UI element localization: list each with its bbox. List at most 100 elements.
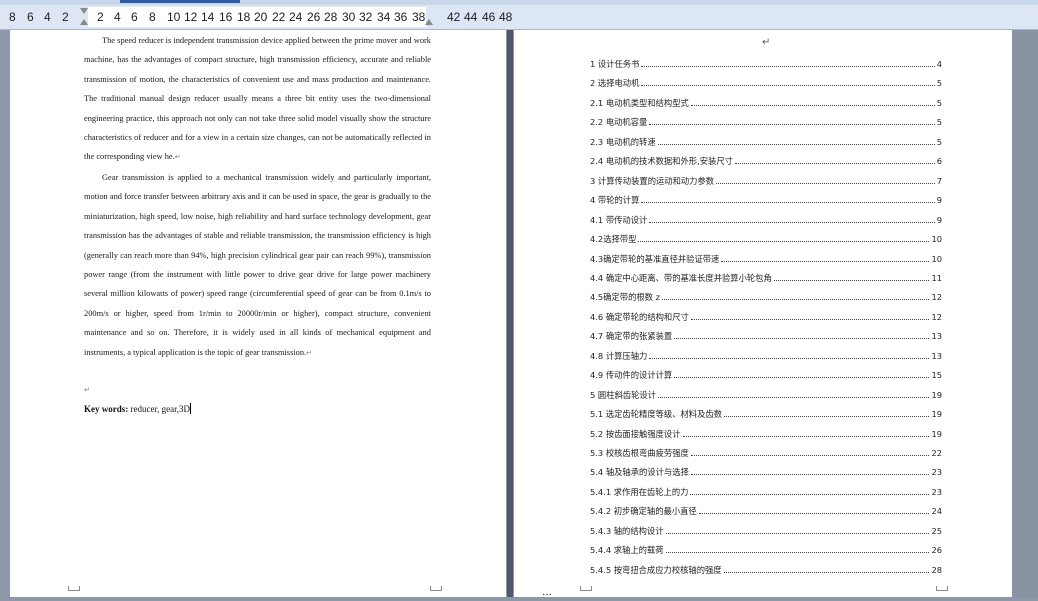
toc-leader-dots [682, 435, 930, 437]
first-line-indent-marker[interactable] [80, 8, 88, 14]
toc-entry[interactable]: 2.1 电动机类型和结构型式 5 [590, 97, 942, 115]
toc-leader-dots [690, 318, 930, 320]
toc-entry[interactable]: 4 带轮的计算 9 [590, 194, 942, 212]
toc-entry-title: 5.4.5 按弯扭合成应力校核轴的强度 [590, 564, 722, 575]
toc-entry-title: 4.5确定带的根数 z [590, 292, 660, 303]
right-indent-marker[interactable] [425, 19, 433, 25]
toc-leader-dots [658, 396, 930, 398]
toc-entry[interactable]: 2.3 电动机的转速 5 [590, 136, 942, 154]
paragraph-mark: ↵ [762, 37, 771, 48]
ruler-tick-label: 36 [394, 10, 408, 24]
toc-entry[interactable]: 4.8 计算压轴力 13 [590, 350, 942, 368]
toc-entry-page: 13 [931, 350, 942, 361]
toc-entry[interactable]: 5.1 选定齿轮精度等级、材料及齿数 19 [590, 408, 942, 426]
toc-entry-page: 19 [931, 389, 942, 400]
ruler-tick-label: 8 [9, 10, 16, 24]
ruler-tick-label: 6 [27, 10, 34, 24]
toc-entry[interactable]: 3 计算传动装置的运动和动力参数 7 [590, 175, 942, 193]
toc-leader-dots [690, 455, 930, 456]
ruler-tick-label: 2 [62, 10, 69, 24]
document-scroll-area[interactable] [1013, 30, 1038, 597]
toc-entry-page: 28 [931, 564, 942, 575]
toc-entry-page: 4 [936, 59, 942, 69]
keywords-line: Key words: reducer, gear,3D [84, 403, 191, 414]
toc-entry-page: 25 [931, 525, 942, 536]
ruler-tick-label: 12 [184, 10, 198, 24]
ruler-tick-label: 10 [167, 10, 181, 24]
keywords-value: reducer, gear,3D [128, 404, 191, 414]
title-accent-bar [120, 0, 240, 3]
ruler-tick-label: 20 [254, 10, 268, 24]
ruler-tick-label: 8 [149, 10, 156, 24]
toc-leader-dots [661, 299, 930, 301]
toc-entry-title: 4.7 确定带的张紧装置 [590, 331, 673, 342]
ruler-tick-label: 16 [219, 10, 233, 24]
toc-entry-page: 12 [931, 311, 942, 322]
ruler-tick-label: 6 [131, 10, 138, 24]
toc-entry-title: 1 设计任务书 [590, 59, 640, 69]
ruler-tick-label: 46 [482, 10, 496, 24]
toc-entry[interactable]: 1 设计任务书 4 [590, 58, 942, 76]
document-page-right[interactable]: ↵ 1 设计任务书 4 2 选择电动机 5 2.1 电动机类型和结构型式 5 2.2 电动机… [514, 30, 1012, 597]
toc-entry-title: 5.4 轴及轴承的设计与选择 [590, 467, 689, 478]
toc-entry-page: 11 [931, 272, 942, 283]
toc-entry[interactable]: 4.7 确定带的张紧装置 13 [590, 330, 942, 348]
toc-entry-page: 6 [936, 156, 942, 167]
toc-entry-title: 5.1 选定齿轮精度等级、材料及齿数 [590, 409, 722, 420]
ruler-tick-label: 18 [237, 10, 251, 24]
toc-entry[interactable]: 5.4 轴及轴承的设计与选择 23 [590, 466, 942, 484]
toc-entry[interactable]: 5.4.3 轴的结构设计 25 [590, 525, 942, 543]
toc-entry[interactable]: 5.4.4 求轴上的载荷 26 [590, 544, 942, 562]
toc-entry[interactable]: 4.5确定带的根数 z 12 [590, 291, 942, 309]
toc-entry[interactable]: 4.2选择带型 10 [590, 233, 942, 251]
toc-entry-page: 23 [931, 486, 942, 497]
ruler-tick-label: 38 [412, 10, 426, 24]
toc-entry-title: 5.4.2 初步确定轴的最小直径 [590, 506, 697, 517]
toc-entry[interactable]: 2.4 电动机的技术数据和外形,安装尺寸 6 [590, 155, 942, 173]
toc-entry-page: 5 [936, 78, 942, 89]
toc-entry[interactable]: 4.9 传动件的设计计算 15 [590, 369, 942, 387]
ruler-tick-label: 34 [377, 10, 391, 24]
toc-entry-page: 15 [931, 370, 942, 381]
toc-entry-page: 23 [931, 467, 942, 478]
empty-paragraph-mark: ↵ [84, 386, 90, 394]
hanging-indent-marker[interactable] [80, 19, 88, 25]
toc-entry[interactable]: 4.4 确定中心距离、带的基准长度并验算小轮包角 11 [590, 272, 942, 290]
toc-entry-page: 9 [936, 214, 942, 225]
toc-entry[interactable]: 5.4.2 初步确定轴的最小直径 24 [590, 505, 942, 523]
split-handle-icon[interactable]: ··· [542, 590, 552, 601]
toc-entry-title: 5.4.1 求作用在齿轮上的力 [590, 486, 689, 497]
toc-entry-page: 5 [936, 136, 942, 147]
toc-entry[interactable]: 5.2 按齿面接触强度设计 19 [590, 428, 942, 446]
toc-leader-dots [665, 552, 930, 554]
toc-entry-title: 5.4.4 求轴上的载荷 [590, 545, 664, 556]
toc-leader-dots [734, 163, 935, 165]
toc-entry-title: 2.4 电动机的技术数据和外形,安装尺寸 [590, 156, 733, 167]
toc-entry-title: 5.2 按齿面接触强度设计 [590, 428, 681, 439]
horizontal-ruler[interactable]: 8 6 4 2 2 4 6 8 10 12 14 16 18 20 22 24 26 28 30 32 34 36 38 42… [0, 5, 1038, 30]
toc-entry[interactable]: 2 选择电动机 5 [590, 77, 942, 95]
page-corner-mark [68, 586, 80, 591]
toc-entry-title: 4.6 确定带轮的结构和尺寸 [590, 311, 689, 322]
toc-entry[interactable]: 4.3确定带轮的基准直径并验证带速 10 [590, 253, 942, 271]
page-gap [507, 30, 513, 597]
toc-entry-page: 5 [936, 97, 942, 108]
toc-entry-page: 22 [931, 448, 942, 458]
toc-entry[interactable]: 5.4.5 按弯扭合成应力校核轴的强度 28 [590, 564, 942, 582]
ruler-tick-label: 44 [464, 10, 478, 24]
toc-entry-title: 4.2选择带型 [590, 234, 637, 245]
toc-leader-dots [641, 85, 935, 87]
toc-entry[interactable]: 5 圆柱斜齿轮设计 19 [590, 389, 942, 407]
toc-leader-dots [641, 202, 935, 204]
ruler-tick-label: 48 [499, 10, 513, 24]
toc-leader-dots [716, 182, 935, 184]
toc-entry[interactable]: 2.2 电动机容量 5 [590, 116, 942, 134]
toc-entry[interactable]: 4.1 带传动设计 9 [590, 214, 942, 232]
ruler-tick-label: 4 [44, 10, 51, 24]
document-page-left[interactable]: The speed reducer is independent transmi… [10, 30, 506, 597]
toc-entry[interactable]: 4.6 确定带轮的结构和尺寸 12 [590, 311, 942, 329]
toc-entry[interactable]: 5.3 校核齿根弯曲疲劳强度 22 [590, 447, 942, 465]
toc-entry-title: 3 计算传动装置的运动和动力参数 [590, 175, 715, 186]
toc-entry[interactable]: 5.4.1 求作用在齿轮上的力 23 [590, 486, 942, 504]
toc-entry-title: 4.9 传动件的设计计算 [590, 370, 673, 381]
